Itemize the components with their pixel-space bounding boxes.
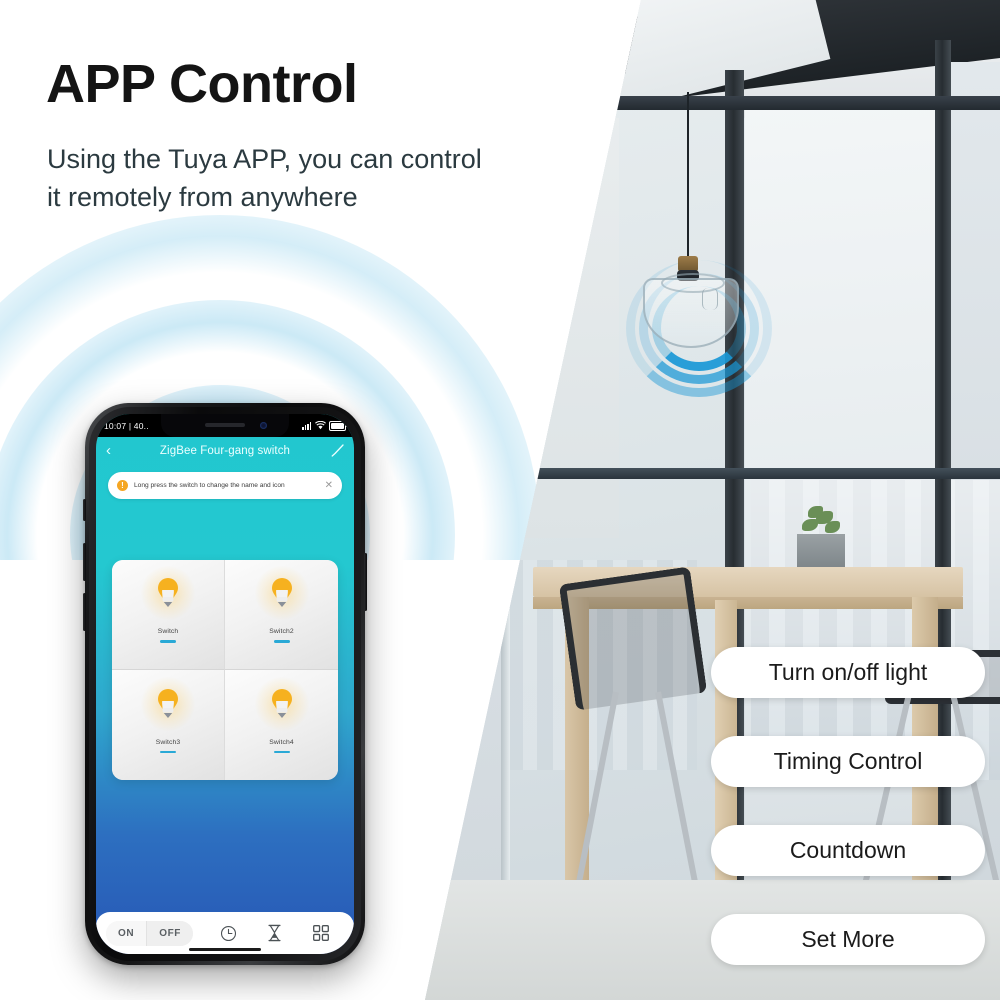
phone-volume-down-button[interactable] <box>83 593 86 631</box>
light-bulb-icon <box>141 566 195 621</box>
phone-mute-button[interactable] <box>83 499 86 521</box>
feature-pill-timing-control[interactable]: Timing Control <box>711 736 985 787</box>
feature-pill-set-more[interactable]: Set More <box>711 914 985 965</box>
switch-state-indicator <box>160 640 176 643</box>
home-indicator <box>189 948 261 951</box>
switch-tile-3[interactable]: Switch3 <box>112 670 225 780</box>
battery-icon <box>329 420 348 431</box>
status-bar-icons <box>302 420 348 431</box>
clock-icon[interactable] <box>220 925 237 942</box>
lamp-cord <box>687 92 689 260</box>
hourglass-icon[interactable] <box>267 924 282 942</box>
app-header-bar: ‹ ZigBee Four-gang switch <box>96 437 354 464</box>
feature-pill-turn-on-off-light[interactable]: Turn on/off light <box>711 647 985 698</box>
switch-tile-2[interactable]: Switch2 <box>225 560 338 670</box>
phone-power-button[interactable] <box>364 553 367 611</box>
grid-apps-icon[interactable] <box>312 925 329 941</box>
feature-pill-countdown[interactable]: Countdown <box>711 825 985 876</box>
back-icon[interactable]: ‹ <box>106 443 124 458</box>
on-button[interactable]: ON <box>106 920 147 946</box>
switch-label: Switch <box>157 628 179 636</box>
switch-state-indicator <box>273 640 290 643</box>
app-title: ZigBee Four-gang switch <box>159 444 291 457</box>
earpiece-speaker <box>205 423 245 427</box>
switch-tile-1[interactable]: Switch <box>112 560 225 670</box>
light-bulb-icon <box>254 676 309 731</box>
phone-volume-up-button[interactable] <box>83 543 86 581</box>
close-x-icon[interactable]: ✕ <box>323 480 333 491</box>
phone-mockup: 10:07 | 40.. ‹ ZigBee Four-gang switch !… <box>83 403 367 965</box>
page-subtitle-line-2: it remotely from anywhere <box>47 182 358 213</box>
wifi-icon <box>315 421 326 430</box>
window-header-beam <box>615 96 1000 110</box>
phone-screen: 10:07 | 40.. ‹ ZigBee Four-gang switch !… <box>96 414 354 954</box>
plant-leaf <box>825 521 840 533</box>
switch-label: Switch2 <box>269 628 294 636</box>
cellular-signal-icon <box>302 421 312 430</box>
switch-state-indicator <box>273 750 290 754</box>
status-bar-time: 10:07 | 40.. <box>104 420 149 431</box>
window-sill-beam <box>507 468 1000 479</box>
page-subtitle: Using the Tuya APP, you can control it r… <box>47 140 482 217</box>
warning-exclamation-icon: ! <box>117 480 128 491</box>
notice-text: Long press the switch to change the name… <box>134 481 285 489</box>
light-bulb-icon <box>254 566 309 621</box>
on-off-toggle[interactable]: ON OFF <box>106 920 193 946</box>
notice-banner: ! Long press the switch to change the na… <box>108 472 342 499</box>
off-button[interactable]: OFF <box>146 920 193 946</box>
pencil-edit-icon[interactable] <box>326 444 344 457</box>
switch-state-indicator <box>160 750 176 754</box>
light-bulb-icon <box>141 676 195 731</box>
toolbar-icon-group <box>193 924 344 942</box>
phone-notch <box>161 414 289 437</box>
switch-label: Switch4 <box>269 738 294 746</box>
page-subtitle-line-1: Using the Tuya APP, you can control <box>47 144 482 174</box>
poster-root: APP Control Using the Tuya APP, you can … <box>0 0 1000 1000</box>
page-title: APP Control <box>46 54 358 114</box>
plant-pot <box>797 534 845 568</box>
switch-grid: Switch Switch2 Switch3 Switch4 <box>112 560 338 780</box>
lamp-filament <box>702 288 718 310</box>
front-camera-icon <box>260 422 267 429</box>
switch-tile-4[interactable]: Switch4 <box>225 670 338 780</box>
switch-label: Switch3 <box>155 738 181 746</box>
